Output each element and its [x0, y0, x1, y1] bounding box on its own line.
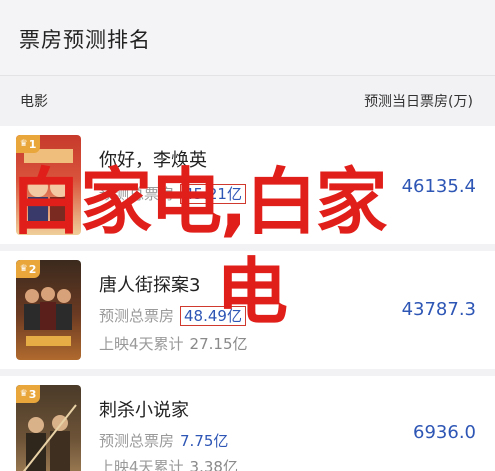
rank-badge: ♛ 2 [16, 260, 40, 278]
movie-row[interactable]: ♛ 3 刺杀小说家 预测总票房 7.75亿 上映4天累计 3.38亿 6936.0 [0, 376, 495, 471]
column-movie-label: 电影 [20, 94, 48, 110]
predicted-total-value: 7.75亿 [180, 432, 229, 450]
watermark-text: 电 [216, 250, 288, 334]
rank-badge: ♛ 1 [16, 135, 40, 153]
cumulative-value: 27.15亿 [189, 335, 248, 353]
rank-badge: ♛ 3 [16, 385, 40, 403]
predicted-total-label: 预测总票房 [99, 307, 175, 325]
predicted-daily-value: 46135.4 [401, 176, 476, 197]
column-header: 电影 预测当日票房(万) [0, 77, 495, 123]
cumulative-value: 3.38亿 [189, 458, 238, 471]
cumulative-line: 上映4天累计 27.15亿 [99, 333, 248, 354]
page-title: 票房预测排名 [19, 28, 151, 52]
movie-poster: ♛ 2 [16, 260, 81, 360]
top-bar: 票房预测排名 [0, 0, 495, 76]
predicted-daily-value: 6936.0 [413, 422, 476, 443]
predicted-total-line: 预测总票房 7.75亿 [99, 430, 228, 451]
watermark-text: 白家电,白家 [10, 160, 387, 244]
movie-poster: ♛ 3 [16, 385, 81, 471]
cumulative-line: 上映4天累计 3.38亿 [99, 456, 238, 471]
column-predicted-label: 预测当日票房(万) [364, 94, 473, 110]
movie-title: 唐人街探案3 [99, 275, 201, 296]
cumulative-label: 上映4天累计 [99, 458, 184, 471]
predicted-daily-value: 43787.3 [401, 299, 476, 320]
movie-title: 刺杀小说家 [99, 400, 189, 421]
cumulative-label: 上映4天累计 [99, 335, 184, 353]
predicted-total-label: 预测总票房 [99, 432, 175, 450]
